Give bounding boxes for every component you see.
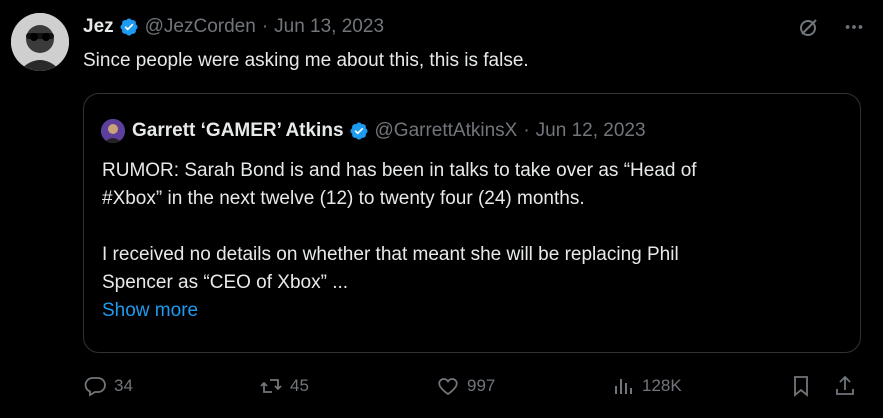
show-more-link[interactable]: Show more: [102, 297, 842, 325]
like-button[interactable]: 997: [436, 372, 495, 400]
author-handle[interactable]: @JezCorden: [145, 16, 256, 38]
quote-date[interactable]: Jun 12, 2023: [536, 120, 646, 142]
reply-icon: [83, 374, 107, 398]
quote-line: [102, 213, 842, 241]
share-icon: [833, 374, 857, 398]
repost-count: 45: [290, 376, 309, 395]
tweet-header: Jez @JezCorden · Jun 13, 2023: [83, 14, 384, 40]
tweet-date[interactable]: Jun 13, 2023: [274, 16, 384, 38]
like-count: 997: [467, 376, 496, 395]
action-bar: 34 45 997 128K: [83, 372, 863, 400]
views-button[interactable]: 128K: [611, 372, 682, 400]
quote-author-handle[interactable]: @GarrettAtkinsX: [375, 120, 518, 142]
quote-line: I received no details on whether that me…: [102, 244, 679, 265]
views-count: 128K: [642, 376, 682, 395]
quote-line: RUMOR: Sarah Bond is and has been in tal…: [102, 160, 697, 181]
more-icon[interactable]: [843, 16, 865, 38]
quote-line: Spencer as “CEO of Xbox” ...: [102, 272, 349, 293]
repost-button[interactable]: 45: [259, 372, 309, 400]
author-avatar[interactable]: [11, 13, 69, 71]
reply-button[interactable]: 34: [83, 372, 133, 400]
like-icon: [436, 374, 460, 398]
views-icon: [611, 374, 635, 398]
quote-header: Garrett ‘GAMER’ Atkins @GarrettAtkinsX ·…: [101, 118, 646, 144]
author-name[interactable]: Jez: [83, 16, 114, 38]
verified-badge-icon[interactable]: [119, 17, 139, 37]
tweet-text: Since people were asking me about this, …: [83, 50, 529, 71]
quoted-tweet[interactable]: Garrett ‘GAMER’ Atkins @GarrettAtkinsX ·…: [83, 93, 861, 353]
top-actions: [797, 15, 865, 39]
separator-dot: ·: [261, 16, 269, 37]
reply-count: 34: [114, 376, 133, 395]
separator-dot: ·: [523, 120, 530, 141]
grok-icon[interactable]: [797, 15, 821, 39]
repost-icon: [259, 374, 283, 398]
bookmark-button[interactable]: [789, 372, 813, 400]
share-button[interactable]: [833, 372, 857, 400]
quote-author-name[interactable]: Garrett ‘GAMER’ Atkins: [132, 120, 344, 142]
quote-author-avatar[interactable]: [101, 119, 125, 143]
bookmark-icon: [789, 374, 813, 398]
quote-line: #Xbox” in the next twelve (12) to twenty…: [102, 188, 585, 209]
quote-body: RUMOR: Sarah Bond is and has been in tal…: [102, 157, 842, 325]
verified-badge-icon[interactable]: [349, 121, 369, 141]
